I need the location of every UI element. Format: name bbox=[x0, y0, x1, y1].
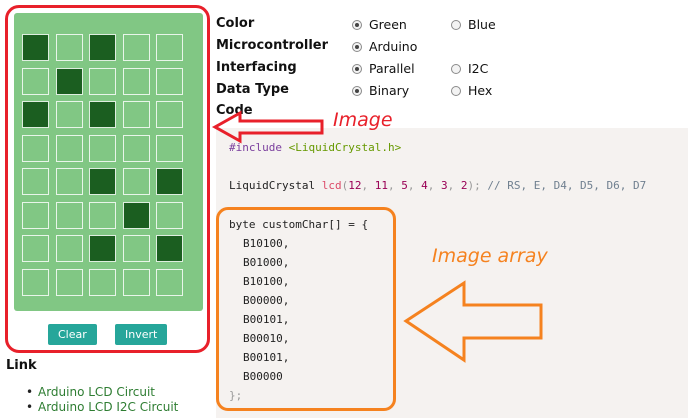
radio-empty-icon[interactable] bbox=[451, 85, 461, 96]
code-array-value: B00101, bbox=[243, 313, 290, 326]
interfacing-i2c-radio[interactable]: I2C bbox=[451, 61, 488, 76]
pixel-cell[interactable] bbox=[22, 201, 49, 229]
code-lcd-line: LiquidCrystal lcd(12, 11, 5, 4, 3, 2); /… bbox=[229, 179, 647, 192]
pixel-cell[interactable] bbox=[122, 235, 150, 262]
code-label: Code bbox=[216, 103, 253, 118]
pixel-cell[interactable] bbox=[89, 201, 116, 229]
pixel-cell[interactable] bbox=[156, 34, 183, 61]
pixel-cell[interactable] bbox=[122, 101, 150, 128]
pixel-cell[interactable] bbox=[55, 201, 83, 229]
pixel-cell[interactable] bbox=[156, 101, 183, 128]
pixel-cell[interactable] bbox=[156, 67, 183, 95]
code-include-line: #include <LiquidCrystal.h> bbox=[229, 141, 402, 154]
pixel-cell[interactable] bbox=[156, 268, 183, 296]
pixel-cell[interactable] bbox=[22, 268, 49, 296]
link-heading: Link bbox=[6, 358, 37, 373]
code-array-value: B01000, bbox=[243, 256, 290, 269]
pixel-cell[interactable] bbox=[55, 168, 83, 195]
clear-button[interactable]: Clear bbox=[48, 324, 97, 345]
pixel-cell[interactable] bbox=[22, 67, 49, 95]
pixel-cell[interactable] bbox=[122, 134, 150, 162]
color-green-radio[interactable]: Green bbox=[352, 17, 407, 32]
code-array-declaration: byte customChar[] = { bbox=[229, 218, 369, 231]
data-type-label: Data Type bbox=[216, 82, 289, 97]
pixel-cell[interactable] bbox=[55, 34, 83, 61]
code-array-value: B00000, bbox=[243, 294, 290, 307]
pixel-cell[interactable] bbox=[89, 268, 116, 296]
radio-empty-icon[interactable] bbox=[451, 19, 461, 30]
data-type-binary-radio[interactable]: Binary bbox=[352, 83, 409, 98]
microcontroller-arduino-radio[interactable]: Arduino bbox=[352, 39, 417, 54]
pixel-cell[interactable] bbox=[55, 235, 83, 262]
pixel-cell[interactable] bbox=[122, 34, 150, 61]
interfacing-parallel-radio[interactable]: Parallel bbox=[352, 61, 415, 76]
pixel-cell[interactable] bbox=[89, 134, 116, 162]
code-block: #include <LiquidCrystal.h> LiquidCrystal… bbox=[216, 128, 688, 418]
pixel-cell[interactable] bbox=[89, 168, 116, 195]
pixel-cell[interactable] bbox=[156, 134, 183, 162]
pixel-cell[interactable] bbox=[156, 201, 183, 229]
data-type-hex-radio[interactable]: Hex bbox=[451, 83, 492, 98]
pixel-grid bbox=[22, 34, 183, 296]
color-blue-radio[interactable]: Blue bbox=[451, 17, 496, 32]
pixel-cell[interactable] bbox=[55, 134, 83, 162]
pixel-cell[interactable] bbox=[89, 235, 116, 262]
image-array-annotation-label: Image array bbox=[432, 245, 548, 267]
code-array-value: B00010, bbox=[243, 332, 290, 345]
microcontroller-label: Microcontroller bbox=[216, 38, 329, 53]
radio-selected-icon[interactable] bbox=[352, 41, 362, 52]
pixel-cell[interactable] bbox=[55, 268, 83, 296]
pixel-cell[interactable] bbox=[156, 168, 183, 195]
radio-empty-icon[interactable] bbox=[451, 63, 461, 74]
interfacing-label: Interfacing bbox=[216, 60, 297, 75]
link-list: Arduino LCD Circuit Arduino LCD I2C Circ… bbox=[26, 385, 178, 415]
color-label: Color bbox=[216, 16, 255, 31]
code-array-close: }; bbox=[229, 389, 243, 402]
radio-selected-icon[interactable] bbox=[352, 85, 362, 96]
image-annotation-label: Image bbox=[333, 109, 393, 131]
code-array-value: B10100, bbox=[243, 237, 290, 250]
pixel-cell[interactable] bbox=[122, 201, 150, 229]
pixel-cell[interactable] bbox=[55, 101, 83, 128]
invert-button[interactable]: Invert bbox=[115, 324, 168, 345]
pixel-cell[interactable] bbox=[122, 168, 150, 195]
radio-selected-icon[interactable] bbox=[352, 19, 362, 30]
code-array-value: B10100, bbox=[243, 275, 290, 288]
pixel-cell[interactable] bbox=[122, 268, 150, 296]
arduino-lcd-i2c-circuit-link[interactable]: Arduino LCD I2C Circuit bbox=[38, 400, 178, 414]
link-item: Arduino LCD I2C Circuit bbox=[26, 400, 178, 415]
pixel-cell[interactable] bbox=[122, 67, 150, 95]
pixel-cell[interactable] bbox=[22, 34, 49, 61]
pixel-cell[interactable] bbox=[22, 134, 49, 162]
pixel-cell[interactable] bbox=[89, 34, 116, 61]
radio-selected-icon[interactable] bbox=[352, 63, 362, 74]
code-array-value: B00000 bbox=[243, 370, 283, 383]
pixel-cell[interactable] bbox=[89, 67, 116, 95]
pixel-cell[interactable] bbox=[22, 235, 49, 262]
code-array-value: B00101, bbox=[243, 351, 290, 364]
pixel-editor-panel bbox=[14, 13, 203, 311]
pixel-cell[interactable] bbox=[89, 101, 116, 128]
pixel-cell[interactable] bbox=[22, 168, 49, 195]
pixel-cell[interactable] bbox=[22, 101, 49, 128]
pixel-cell[interactable] bbox=[156, 235, 183, 262]
link-item: Arduino LCD Circuit bbox=[26, 385, 178, 400]
pixel-cell[interactable] bbox=[55, 67, 83, 95]
arduino-lcd-circuit-link[interactable]: Arduino LCD Circuit bbox=[38, 385, 155, 399]
